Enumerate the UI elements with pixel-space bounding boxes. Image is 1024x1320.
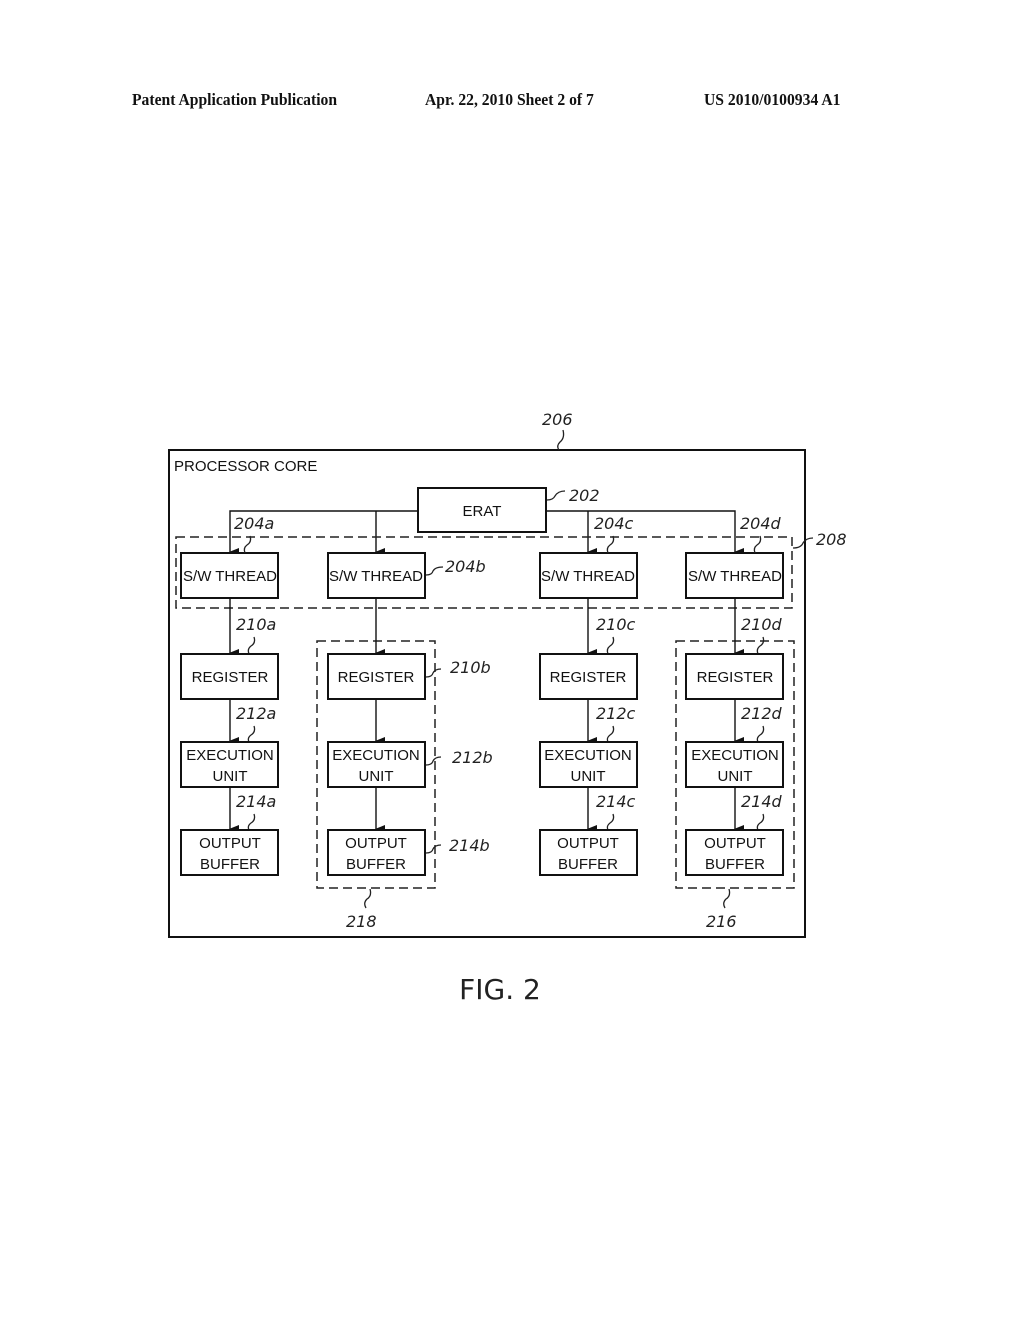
ref-214d: 214d [741,792,783,811]
register-label-d: REGISTER [697,669,774,686]
ref-214a: 214a [236,792,276,811]
column-c: S/W THREAD 204c 210c REGISTER 212c EXECU… [539,514,638,876]
leader-214c [606,813,615,831]
leader-216 [723,888,731,909]
exec-label1-d: EXECUTION [691,747,779,764]
ref-212a: 212a [236,704,276,723]
exec-label2-a: UNIT [213,768,248,785]
erat-label: ERAT [463,503,502,520]
thread-label-c: S/W THREAD [541,568,635,585]
leader-204c [606,535,615,554]
leader-210b [425,668,442,678]
ref-204b: 204b [445,557,486,576]
leader-204b [425,566,444,576]
ref-216: 216 [706,912,737,931]
register-label-b: REGISTER [338,669,415,686]
output-label2-c: BUFFER [558,856,618,873]
ref-212b: 212b [452,748,493,767]
exec-label2-b: UNIT [359,768,394,785]
output-label1-c: OUTPUT [557,835,619,852]
ref-208: 208 [816,530,847,549]
leader-204a [243,535,252,554]
ref-206: 206 [542,410,573,429]
wire-erat-thread-d [546,510,744,556]
ref-204d: 204d [740,514,782,533]
leader-210d [756,636,765,655]
leader-214b [425,844,442,854]
output-label2-d: BUFFER [705,856,765,873]
leader-202 [546,490,566,501]
exec-label2-c: UNIT [571,768,606,785]
register-label-c: REGISTER [550,669,627,686]
leader-214d [756,813,765,831]
output-label2-a: BUFFER [200,856,260,873]
processor-core-label: PROCESSOR CORE [174,458,317,475]
output-label1-b: OUTPUT [345,835,407,852]
exec-label2-d: UNIT [718,768,753,785]
ref-210b: 210b [450,658,491,677]
ref-202: 202 [569,486,600,505]
thread-label-a: S/W THREAD [183,568,277,585]
ref-204a: 204a [234,514,274,533]
ref-214c: 214c [596,792,636,811]
leader-218 [364,888,372,909]
ref-210c: 210c [596,615,636,634]
block-diagram: PROCESSOR CORE 206 ERAT 202 208 218 216 … [168,410,847,1006]
leader-212b [425,756,442,766]
figure-label: FIG. 2 [459,973,541,1006]
register-label-a: REGISTER [192,669,269,686]
leader-208 [792,537,814,549]
column-a: S/W THREAD 204a 210a REGISTER 212a EXECU… [180,514,279,876]
exec-label1-b: EXECUTION [332,747,420,764]
ref-212c: 212c [596,704,636,723]
column-b: S/W THREAD 204b REGISTER 210b EXECUTION … [327,552,493,876]
ref-210a: 210a [236,615,276,634]
output-label2-b: BUFFER [346,856,406,873]
exec-label1-c: EXECUTION [544,747,632,764]
leader-210c [606,636,615,655]
leader-210a [247,636,256,655]
ref-204c: 204c [594,514,634,533]
leader-212a [247,725,256,743]
ref-210d: 210d [741,615,783,634]
leader-206 [557,429,565,451]
leader-204d [753,535,762,554]
column-d: S/W THREAD 204d 210d REGISTER 212d EXECU… [685,514,784,876]
leader-212c [606,725,615,743]
ref-212d: 212d [741,704,783,723]
ref-214b: 214b [449,836,490,855]
output-label1-a: OUTPUT [199,835,261,852]
thread-label-d: S/W THREAD [688,568,782,585]
ref-218: 218 [346,912,377,931]
leader-214a [247,813,256,831]
leader-212d [756,725,765,743]
output-label1-d: OUTPUT [704,835,766,852]
exec-label1-a: EXECUTION [186,747,274,764]
thread-label-b: S/W THREAD [329,568,423,585]
